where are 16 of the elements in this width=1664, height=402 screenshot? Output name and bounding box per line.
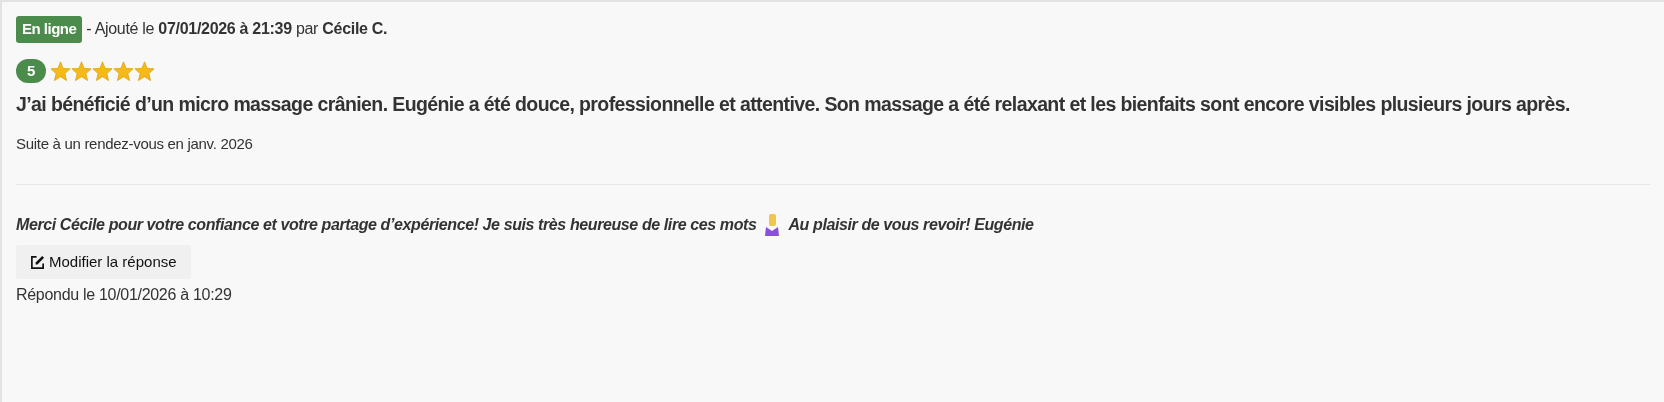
star-icon	[92, 60, 114, 81]
answered-date: Répondu le 10/01/2026 à 10:29	[16, 285, 233, 306]
star-icon	[50, 60, 72, 81]
edit-reply-button[interactable]: Modifier la réponse	[16, 244, 191, 280]
star-icon	[71, 60, 93, 81]
status-badge: En ligne	[16, 16, 83, 43]
star-icon	[113, 60, 135, 81]
review-text: J’ai bénéficié d’un micro massage crânien. Eugénie a été douce, professionnelle et attentive. Son massage a été relaxant et les bienfaits sont encore visibles plusieurs jours après.	[16, 92, 1571, 117]
reply-text: Au plaisir de vous revoir! Eugénie	[788, 214, 1034, 235]
appointment-info: Suite à un rendez-vous en janv. 2026	[16, 134, 254, 155]
rating-badge: 5	[16, 58, 47, 83]
star-icon	[134, 60, 156, 81]
person-icon	[764, 213, 781, 236]
reply-text: Merci Cécile pour votre confiance et votre partage d’expérience! Je suis très heureuse de lire ces mots	[16, 214, 757, 235]
added-info: - Ajouté le 07/01/2026 à 21:39 par Cécile C.	[86, 19, 388, 40]
edit-icon	[30, 254, 45, 270]
